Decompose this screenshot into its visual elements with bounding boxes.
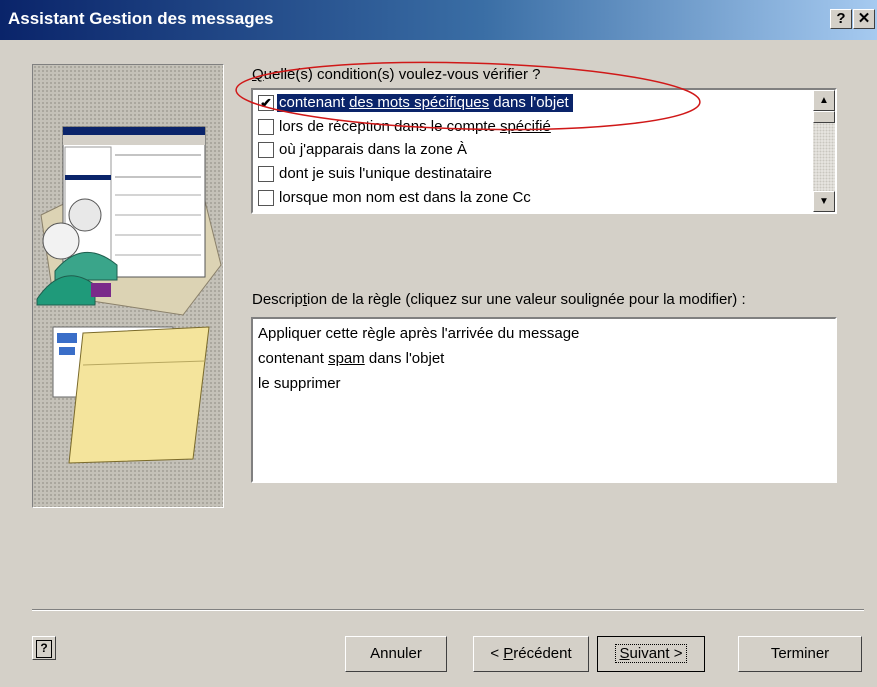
condition-checkbox[interactable] bbox=[258, 166, 274, 182]
finish-button[interactable]: Terminer bbox=[738, 636, 862, 672]
condition-item[interactable]: où j'apparais dans la zone À bbox=[256, 140, 812, 161]
cancel-button[interactable]: Annuler bbox=[345, 636, 447, 672]
next-button[interactable]: Suivant > bbox=[597, 636, 705, 672]
rule-description-box[interactable]: Appliquer cette règle après l'arrivée du… bbox=[251, 317, 837, 483]
title-bar: Assistant Gestion des messages ? ✕ bbox=[0, 0, 877, 40]
scroll-down-arrow-icon[interactable]: ▼ bbox=[813, 191, 835, 212]
annotation-ellipse bbox=[235, 61, 701, 131]
scroll-up-arrow-icon[interactable]: ▲ bbox=[813, 90, 835, 111]
previous-button[interactable]: < Précédent bbox=[473, 636, 589, 672]
conditions-scrollbar[interactable]: ▲ ▼ bbox=[813, 90, 835, 212]
rule-line-trigger: Appliquer cette règle après l'arrivée du… bbox=[258, 325, 580, 342]
condition-label: dont je suis l'unique destinataire bbox=[279, 165, 493, 182]
scroll-thumb[interactable] bbox=[813, 111, 835, 123]
condition-item[interactable]: dont je suis l'unique destinataire bbox=[256, 164, 812, 185]
wizard-illustration-art bbox=[36, 126, 222, 464]
wizard-illustration bbox=[32, 64, 224, 508]
condition-checkbox[interactable] bbox=[258, 142, 274, 158]
rule-line-condition: contenant spam dans l'objet bbox=[258, 350, 445, 367]
condition-checkbox[interactable] bbox=[258, 190, 274, 206]
rule-line-action: le supprimer bbox=[258, 375, 341, 392]
help-icon[interactable]: ? bbox=[32, 636, 56, 660]
help-title-button[interactable]: ? bbox=[830, 9, 852, 29]
description-label: Description de la règle (cliquez sur une… bbox=[252, 291, 746, 308]
spam-value-link[interactable]: spam bbox=[328, 350, 365, 367]
close-button[interactable]: ✕ bbox=[853, 9, 875, 29]
condition-label: lorsque mon nom est dans la zone Cc bbox=[279, 189, 531, 206]
window-title: Assistant Gestion des messages bbox=[8, 9, 274, 28]
condition-item[interactable]: lorsque mon nom est dans la zone Cc bbox=[256, 188, 812, 209]
separator bbox=[32, 609, 864, 611]
condition-label: où j'apparais dans la zone À bbox=[279, 141, 467, 158]
